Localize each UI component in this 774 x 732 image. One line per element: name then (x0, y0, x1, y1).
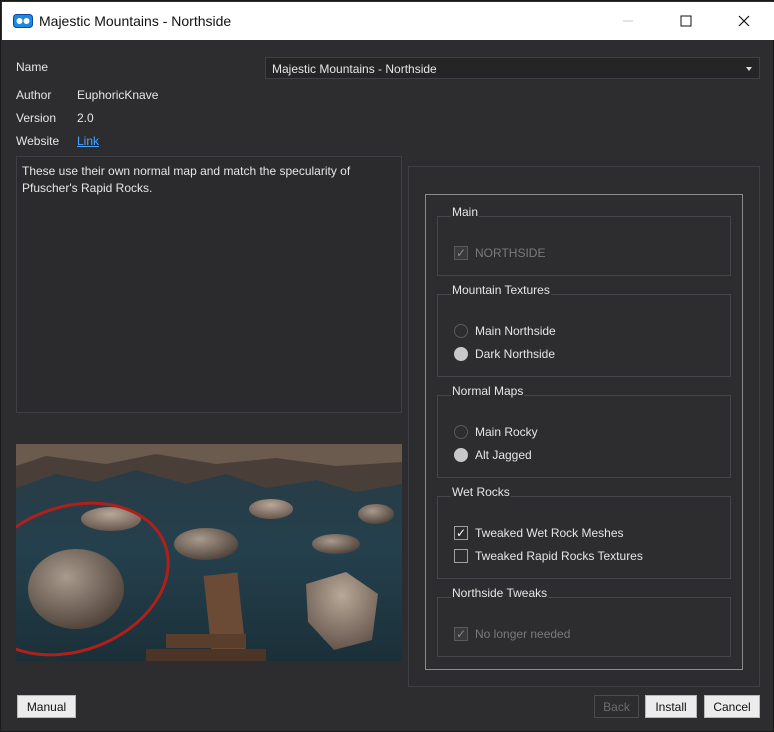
website-label: Website (16, 134, 60, 148)
group-wet-rocks: Wet Rocks ✓ Tweaked Wet Rock Meshes Twea… (437, 485, 731, 579)
installer-window: Majestic Mountains - Northside Name Maje… (0, 0, 774, 732)
install-button[interactable]: Install (645, 695, 697, 718)
option-label: No longer needed (475, 627, 571, 641)
radio-button[interactable] (454, 448, 468, 462)
option-northside[interactable]: ✓ NORTHSIDE (454, 245, 545, 261)
check-icon: ✓ (456, 526, 467, 540)
maximize-button[interactable] (657, 2, 715, 40)
chevron-down-icon (746, 67, 752, 71)
group-mountain-textures: Mountain Textures Main Northside Dark No… (437, 283, 731, 377)
radio-button[interactable] (454, 347, 468, 361)
checkbox[interactable]: ✓ (454, 526, 468, 540)
close-button[interactable] (715, 2, 773, 40)
author-label: Author (16, 88, 52, 102)
preview-image (16, 444, 402, 661)
check-icon: ✓ (456, 246, 467, 260)
radio-button[interactable] (454, 324, 468, 338)
option-dark-northside[interactable]: Dark Northside (454, 346, 555, 362)
checkbox[interactable] (454, 549, 468, 563)
checkbox[interactable]: ✓ (454, 246, 468, 260)
option-label: NORTHSIDE (475, 246, 546, 260)
manual-button[interactable]: Manual (17, 695, 76, 718)
group-normal-maps: Normal Maps Main Rocky Alt Jagged (437, 384, 731, 478)
option-tweaked-wet-rock-meshes[interactable]: ✓ Tweaked Wet Rock Meshes (454, 525, 624, 541)
option-label: Tweaked Rapid Rocks Textures (475, 549, 643, 563)
name-label: Name (16, 60, 49, 74)
version-value: 2.0 (77, 111, 94, 125)
option-label: Alt Jagged (475, 448, 532, 462)
option-label: Tweaked Wet Rock Meshes (475, 526, 624, 540)
group-title-main: Main (451, 205, 480, 219)
maximize-icon (680, 15, 692, 27)
minimize-icon (623, 20, 633, 22)
radio-button[interactable] (454, 425, 468, 439)
option-main-rocky[interactable]: Main Rocky (454, 424, 538, 440)
option-main-northside[interactable]: Main Northside (454, 323, 556, 339)
app-icon (13, 14, 33, 28)
group-title-normal-maps: Normal Maps (451, 384, 525, 398)
group-title-mountain-textures: Mountain Textures (451, 283, 551, 297)
group-main: Main ✓ NORTHSIDE (437, 205, 731, 276)
minimize-button[interactable] (599, 2, 657, 40)
option-label: Main Northside (475, 324, 556, 338)
cancel-button[interactable]: Cancel (704, 695, 760, 718)
option-label: Dark Northside (475, 347, 556, 361)
author-value: EuphoricKnave (77, 88, 159, 102)
website-link[interactable]: Link (77, 134, 99, 148)
description-text: These use their own normal map and match… (22, 164, 351, 195)
group-title-wet-rocks: Wet Rocks (451, 485, 511, 499)
name-select[interactable]: Majestic Mountains - Northside (265, 57, 760, 79)
option-no-longer-needed[interactable]: ✓ No longer needed (454, 626, 570, 642)
group-title-northside-tweaks: Northside Tweaks (451, 586, 549, 600)
description-box[interactable]: These use their own normal map and match… (16, 156, 402, 413)
close-icon (738, 15, 750, 27)
option-tweaked-rapid-rocks-textures[interactable]: Tweaked Rapid Rocks Textures (454, 548, 643, 564)
checkbox[interactable]: ✓ (454, 627, 468, 641)
window-title: Majestic Mountains - Northside (39, 13, 232, 29)
check-icon: ✓ (456, 627, 467, 641)
version-label: Version (16, 111, 57, 125)
title-bar[interactable]: Majestic Mountains - Northside (2, 2, 774, 40)
option-alt-jagged[interactable]: Alt Jagged (454, 447, 532, 463)
back-button[interactable]: Back (594, 695, 639, 718)
group-northside-tweaks: Northside Tweaks ✓ No longer needed (437, 586, 731, 657)
option-label: Main Rocky (475, 425, 538, 439)
name-select-value: Majestic Mountains - Northside (272, 62, 437, 76)
